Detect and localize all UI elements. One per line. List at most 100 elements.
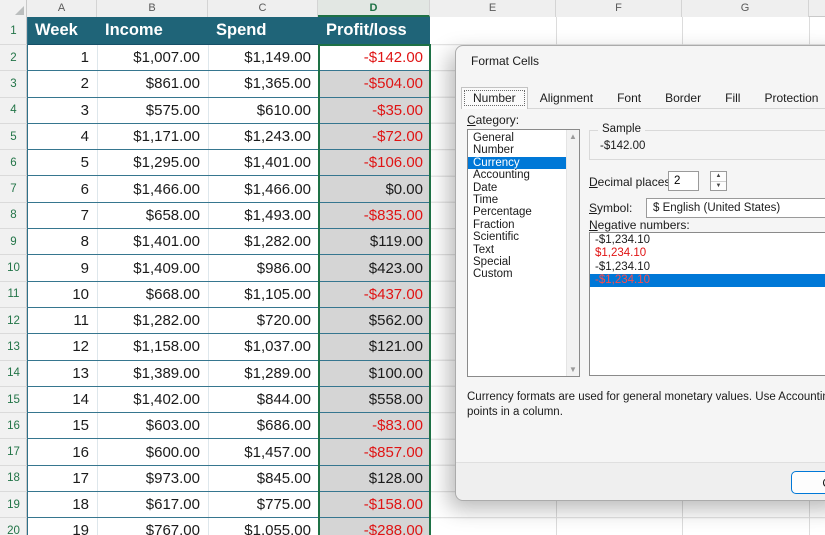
cell-week[interactable]: 2 [28,71,98,97]
cell-income[interactable]: $1,171.00 [98,123,209,150]
category-item-special[interactable]: Special [468,256,566,268]
row-header-13[interactable]: 13 [0,334,27,361]
category-item-percentage[interactable]: Percentage [468,206,566,218]
cell-income[interactable]: $603.00 [98,413,209,439]
tab-fill[interactable]: Fill [713,87,752,109]
ok-button[interactable]: OK [791,471,825,494]
cell-profit[interactable]: -$83.00 [319,413,431,439]
category-item-text[interactable]: Text [468,244,566,256]
row-header-11[interactable]: 11 [0,282,27,308]
cell-profit[interactable]: $558.00 [319,386,431,413]
cell-week[interactable]: 10 [28,281,98,307]
cell-income[interactable]: $575.00 [98,97,209,123]
cell-income[interactable]: $1,295.00 [98,150,209,176]
cell-spend[interactable]: $610.00 [209,98,319,123]
cell-spend[interactable]: $1,055.00 [209,518,319,535]
cell-week[interactable]: 4 [28,123,98,150]
cell-week[interactable]: 6 [28,176,98,202]
cell-spend[interactable]: $1,493.00 [209,203,319,228]
cell-spend[interactable]: $686.00 [209,413,319,438]
category-item-time[interactable]: Time [468,194,566,206]
cell-spend[interactable]: $1,466.00 [209,176,319,201]
row-header-8[interactable]: 8 [0,203,27,230]
cell-spend[interactable]: $986.00 [209,255,319,280]
column-header-G[interactable]: G [682,0,809,17]
scrollbar-down-icon[interactable]: ▼ [567,363,579,376]
cell-income[interactable]: $1,007.00 [98,45,209,71]
category-scrollbar[interactable]: ▲ ▼ [566,130,579,376]
cell-income[interactable]: $1,409.00 [98,255,209,281]
row-header-15[interactable]: 15 [0,387,27,414]
row-header-4[interactable]: 4 [0,98,27,124]
tab-alignment[interactable]: Alignment [528,87,605,109]
negative-number-item[interactable]: -$1,234.10 [590,261,825,273]
cell-spend[interactable]: $845.00 [209,466,319,491]
cell-week[interactable]: 9 [28,255,98,281]
cell-spend[interactable]: $1,365.00 [209,71,319,96]
cell-week[interactable]: 8 [28,229,98,255]
cell-profit[interactable]: $423.00 [319,255,431,281]
cell-profit[interactable]: -$158.00 [319,492,431,518]
select-all-corner[interactable] [0,0,27,17]
row-header-6[interactable]: 6 [0,150,27,177]
row-header-1[interactable]: 1 [0,17,27,45]
decimal-places-stepper[interactable]: ▲ ▼ [710,171,727,191]
column-header-F[interactable]: F [556,0,682,17]
cell-spend[interactable]: $775.00 [209,492,319,517]
table-header-income[interactable]: Income [98,17,209,44]
category-item-date[interactable]: Date [468,182,566,194]
row-header-12[interactable]: 12 [0,308,27,335]
row-header-14[interactable]: 14 [0,361,27,387]
cell-week[interactable]: 1 [28,45,98,71]
cell-week[interactable]: 17 [28,465,98,492]
cell-income[interactable]: $1,282.00 [98,307,209,334]
table-header-spend[interactable]: Spend [209,17,319,44]
row-header-2[interactable]: 2 [0,45,27,72]
symbol-select[interactable]: $ English (United States) [646,198,825,218]
cell-profit[interactable]: $121.00 [319,334,431,360]
cell-profit[interactable]: -$72.00 [319,123,431,150]
cell-week[interactable]: 7 [28,202,98,229]
cell-spend[interactable]: $1,243.00 [209,124,319,149]
cell-profit[interactable]: $119.00 [319,229,431,255]
spinner-up-icon[interactable]: ▲ [711,172,726,182]
row-header-5[interactable]: 5 [0,124,27,151]
cell-income[interactable]: $1,402.00 [98,386,209,413]
cell-week[interactable]: 12 [28,334,98,360]
cell-spend[interactable]: $1,037.00 [209,334,319,359]
negative-numbers-listbox[interactable]: -$1,234.10 $1,234.10 -$1,234.10 -$1,234.10 [589,232,825,376]
cell-week[interactable]: 13 [28,360,98,386]
cell-profit[interactable]: -$835.00 [319,202,431,229]
cell-week[interactable]: 11 [28,307,98,334]
spinner-down-icon[interactable]: ▼ [711,182,726,191]
cell-income[interactable]: $668.00 [98,281,209,307]
category-item-accounting[interactable]: Accounting [468,169,566,181]
cell-income[interactable]: $1,466.00 [98,176,209,202]
table-header-profit-loss[interactable]: Profit/loss [319,17,431,44]
cell-spend[interactable]: $1,105.00 [209,282,319,307]
cell-profit[interactable]: -$857.00 [319,439,431,465]
tab-protection[interactable]: Protection [752,87,825,109]
category-item-fraction[interactable]: Fraction [468,219,566,231]
negative-number-item[interactable]: -$1,234.10 [590,274,825,287]
cell-income[interactable]: $1,389.00 [98,360,209,386]
category-item-scientific[interactable]: Scientific [468,231,566,243]
row-header-17[interactable]: 17 [0,439,27,466]
cell-week[interactable]: 16 [28,439,98,465]
cell-profit[interactable]: $0.00 [319,176,431,202]
cell-spend[interactable]: $720.00 [209,308,319,333]
tab-number[interactable]: Number [461,87,528,109]
cell-week[interactable]: 15 [28,413,98,439]
cell-profit[interactable]: -$35.00 [319,97,431,123]
row-header-18[interactable]: 18 [0,466,27,493]
cell-profit[interactable]: $562.00 [319,307,431,334]
cell-income[interactable]: $973.00 [98,465,209,492]
row-header-3[interactable]: 3 [0,71,27,98]
column-header-E[interactable]: E [430,0,556,17]
cell-spend[interactable]: $1,289.00 [209,361,319,386]
cell-profit[interactable]: -$288.00 [319,518,431,535]
cell-profit[interactable]: -$437.00 [319,281,431,307]
table-header-week[interactable]: Week [28,17,98,44]
tab-font[interactable]: Font [605,87,653,109]
negative-number-item[interactable]: $1,234.10 [590,247,825,259]
